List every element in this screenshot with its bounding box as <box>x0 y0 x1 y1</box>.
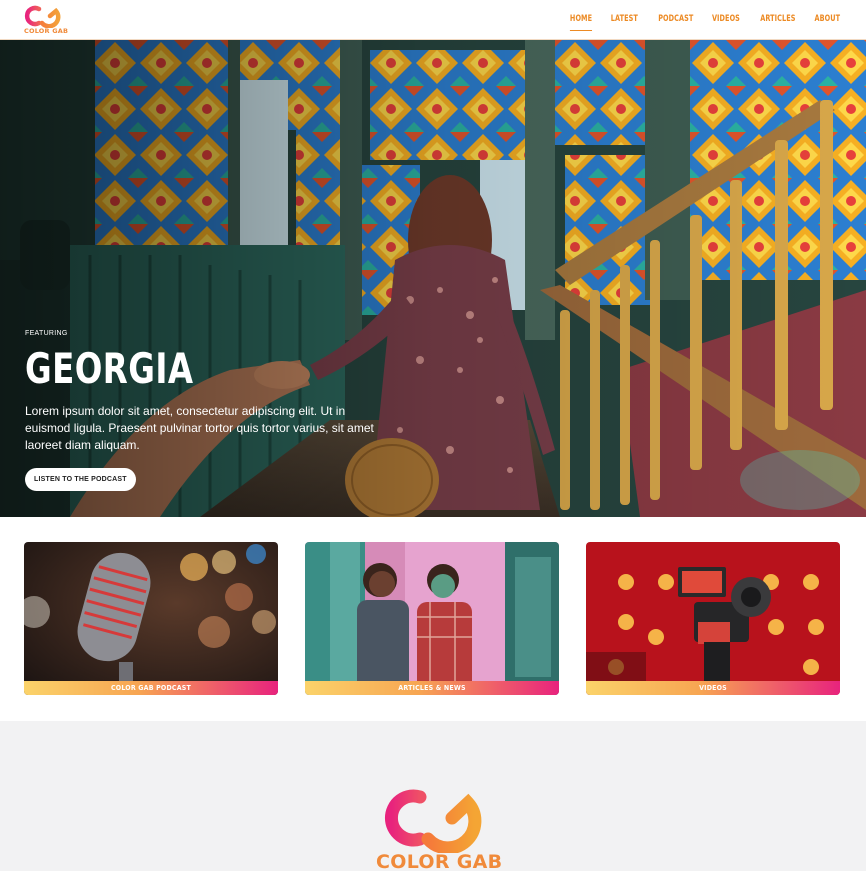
site-header: COLOR GAB HOME LATEST PODCAST VIDEOS ART… <box>0 0 866 40</box>
site-logo[interactable]: COLOR GAB <box>22 4 69 36</box>
logo-mark-icon <box>24 5 61 28</box>
hero-eyebrow: FEATURING <box>25 330 68 337</box>
main-nav: HOME LATEST PODCAST VIDEOS ARTICLES ABOU… <box>566 14 840 31</box>
nav-articles[interactable]: ARTICLES <box>761 14 796 24</box>
nav-latest[interactable]: LATEST <box>611 14 638 24</box>
card-podcast-label: COLOR GAB PODCAST <box>24 681 278 695</box>
microphone-photo <box>24 542 278 695</box>
footer-logo-wordmark: COLOR GAB <box>376 851 503 873</box>
card-videos-label: VIDEOS <box>586 681 840 695</box>
footer-logo[interactable]: COLOR GAB <box>372 783 502 873</box>
nav-podcast[interactable]: PODCAST <box>658 14 693 24</box>
nav-about[interactable]: ABOUT <box>814 14 840 24</box>
nav-home[interactable]: HOME <box>569 14 593 31</box>
listen-podcast-button[interactable]: LISTEN TO THE PODCAST <box>25 468 136 491</box>
card-podcast[interactable]: COLOR GAB PODCAST <box>24 542 278 695</box>
logo-wordmark: COLOR GAB <box>24 27 69 35</box>
logo-mark-icon <box>384 789 482 855</box>
camera-photo <box>586 542 840 695</box>
nav-videos[interactable]: VIDEOS <box>712 14 740 24</box>
feature-cards: COLOR GAB PODCAST ARTICLES & NEWS VIDEOS <box>0 517 866 721</box>
hero-banner: FEATURING GEORGIA Lorem ipsum dolor sit … <box>0 40 866 517</box>
site-footer: COLOR GAB <box>0 721 866 873</box>
card-videos[interactable]: VIDEOS <box>586 542 840 695</box>
card-articles-label: ARTICLES & NEWS <box>305 681 559 695</box>
hero-description: Lorem ipsum dolor sit amet, consectetur … <box>25 404 374 452</box>
card-articles[interactable]: ARTICLES & NEWS <box>305 542 559 695</box>
hero-content: FEATURING GEORGIA Lorem ipsum dolor sit … <box>25 330 395 491</box>
hero-title: GEORGIA <box>25 344 194 393</box>
kids-photo <box>305 542 559 695</box>
